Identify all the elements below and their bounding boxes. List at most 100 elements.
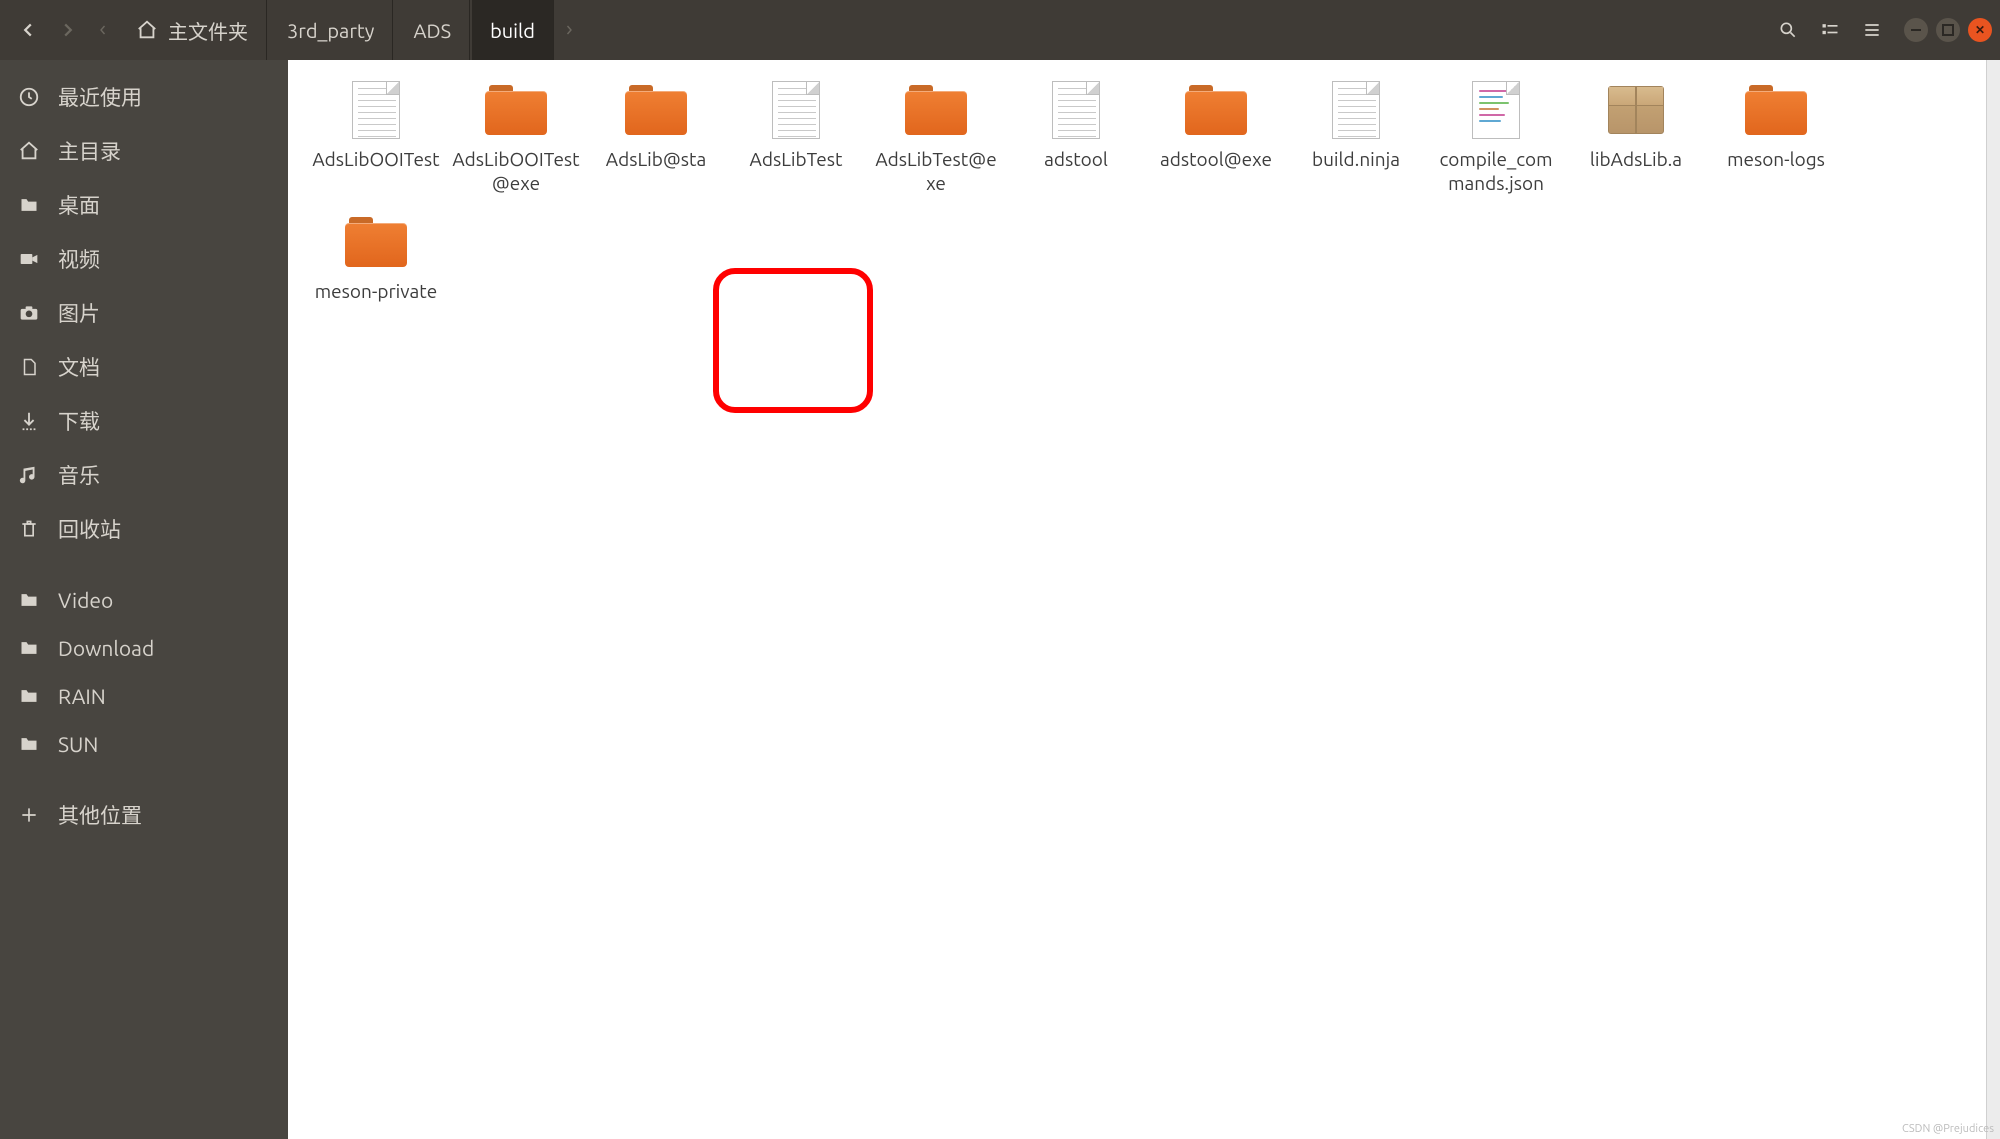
folder-icon — [904, 78, 968, 142]
file-label: AdsLibOOITest — [312, 148, 439, 172]
sidebar-item-download[interactable]: Download — [0, 624, 288, 672]
file-item[interactable]: AdsLib@sta — [588, 74, 724, 200]
file-label: adstool — [1044, 148, 1108, 172]
file-label: adstool@exe — [1160, 148, 1272, 172]
trash-icon — [18, 518, 40, 540]
home-icon — [136, 19, 158, 41]
file-label: AdsLibTest — [750, 148, 843, 172]
file-item-highlighted[interactable]: libAdsLib.a — [1568, 74, 1704, 200]
sidebar-item-other[interactable]: 其他位置 — [0, 788, 288, 842]
file-item[interactable]: AdsLibOOITest@exe — [448, 74, 584, 200]
body: 最近使用 主目录 桌面 视频 图片 文档 下载 音乐 — [0, 60, 2000, 1139]
sidebar-item-home[interactable]: 主目录 — [0, 124, 288, 178]
breadcrumb-label: build — [490, 19, 535, 42]
view-mode-button[interactable] — [1810, 10, 1850, 50]
sidebar-item-label: 音乐 — [58, 460, 100, 490]
file-item[interactable]: build.ninja — [1288, 74, 1424, 200]
watermark: CSDN @Prejudices — [1902, 1123, 1994, 1135]
file-item[interactable]: AdsLibTest — [728, 74, 864, 200]
sidebar-item-video[interactable]: Video — [0, 576, 288, 624]
sidebar-item-rain[interactable]: RAIN — [0, 672, 288, 720]
sidebar-item-label: RAIN — [58, 684, 106, 708]
folder-icon — [18, 590, 40, 610]
sidebar-item-label: SUN — [58, 732, 98, 756]
sidebar-item-sun[interactable]: SUN — [0, 720, 288, 768]
doc-icon — [18, 356, 40, 378]
breadcrumb-3rd-party[interactable]: 3rd_party — [269, 0, 393, 60]
breadcrumb-build[interactable]: build — [472, 0, 554, 60]
breadcrumb-ads[interactable]: ADS — [395, 0, 470, 60]
sidebar-item-label: 最近使用 — [58, 82, 142, 112]
text-file-icon — [1464, 78, 1528, 142]
file-item[interactable]: AdsLibOOITest — [308, 74, 444, 200]
forward-button[interactable] — [48, 10, 88, 50]
sidebar-item-label: Download — [58, 636, 154, 660]
search-button[interactable] — [1768, 10, 1808, 50]
text-file-icon — [764, 78, 828, 142]
header-toolbar: 主文件夹 3rd_party ADS build — [0, 0, 2000, 60]
sidebar-item-label: 桌面 — [58, 190, 100, 220]
sidebar-item-label: 图片 — [58, 298, 100, 328]
sidebar-item-label: 回收站 — [58, 514, 121, 544]
sidebar-item-documents[interactable]: 文档 — [0, 340, 288, 394]
folder-icon — [18, 638, 40, 658]
text-file-icon — [1324, 78, 1388, 142]
sidebar-item-label: 文档 — [58, 352, 100, 382]
download-icon — [18, 410, 40, 432]
hamburger-menu-button[interactable] — [1852, 10, 1892, 50]
text-file-icon — [344, 78, 408, 142]
file-item[interactable]: adstool@exe — [1148, 74, 1284, 200]
folder-icon — [344, 210, 408, 274]
sidebar-item-label: 主目录 — [58, 136, 121, 166]
folder-icon — [1744, 78, 1808, 142]
folder-icon — [624, 78, 688, 142]
breadcrumb-label: 3rd_party — [287, 19, 374, 42]
sidebar-item-music[interactable]: 音乐 — [0, 448, 288, 502]
file-label: AdsLib@sta — [606, 148, 706, 172]
breadcrumb-home-label: 主文件夹 — [168, 16, 248, 45]
sidebar-item-recent[interactable]: 最近使用 — [0, 70, 288, 124]
file-item[interactable]: meson-private — [308, 206, 444, 308]
file-label: AdsLibOOITest@exe — [452, 148, 580, 196]
sidebar-item-label: 视频 — [58, 244, 100, 274]
recent-icon — [18, 86, 40, 108]
breadcrumb-home[interactable]: 主文件夹 — [118, 0, 267, 60]
path-prev-button[interactable] — [90, 10, 116, 50]
music-icon — [18, 464, 40, 486]
window-controls — [1904, 18, 1992, 42]
content-wrap: AdsLibOOITest AdsLibOOITest@exe AdsLib@s… — [288, 60, 2000, 1139]
sidebar-item-downloads[interactable]: 下载 — [0, 394, 288, 448]
sidebar: 最近使用 主目录 桌面 视频 图片 文档 下载 音乐 — [0, 60, 288, 1139]
path-next-button[interactable] — [556, 10, 582, 50]
file-item[interactable]: meson-logs — [1708, 74, 1844, 200]
scrollbar[interactable] — [1986, 60, 2000, 1139]
sidebar-item-videos[interactable]: 视频 — [0, 232, 288, 286]
file-grid[interactable]: AdsLibOOITest AdsLibOOITest@exe AdsLib@s… — [288, 60, 1986, 1139]
sidebar-item-label: 其他位置 — [58, 800, 142, 830]
file-label: meson-logs — [1727, 148, 1825, 172]
nav-group — [8, 10, 88, 50]
back-button[interactable] — [8, 10, 48, 50]
video-icon — [18, 249, 40, 269]
file-label: compile_commands.json — [1432, 148, 1560, 196]
file-item[interactable]: adstool — [1008, 74, 1144, 200]
folder-icon — [1184, 78, 1248, 142]
file-item[interactable]: compile_commands.json — [1428, 74, 1564, 200]
folder-icon — [18, 195, 40, 215]
file-label: build.ninja — [1312, 148, 1400, 172]
sidebar-item-label: Video — [58, 588, 113, 612]
close-button[interactable] — [1968, 18, 1992, 42]
sidebar-item-desktop[interactable]: 桌面 — [0, 178, 288, 232]
sidebar-item-label: 下载 — [58, 406, 100, 436]
plus-icon — [18, 805, 40, 825]
file-label: meson-private — [315, 280, 437, 304]
breadcrumb-label: ADS — [413, 19, 451, 42]
maximize-button[interactable] — [1936, 18, 1960, 42]
file-label: libAdsLib.a — [1590, 148, 1682, 172]
folder-icon — [18, 734, 40, 754]
sidebar-item-trash[interactable]: 回收站 — [0, 502, 288, 556]
sidebar-item-pictures[interactable]: 图片 — [0, 286, 288, 340]
minimize-button[interactable] — [1904, 18, 1928, 42]
archive-icon — [1604, 78, 1668, 142]
file-item[interactable]: AdsLibTest@exe — [868, 74, 1004, 200]
